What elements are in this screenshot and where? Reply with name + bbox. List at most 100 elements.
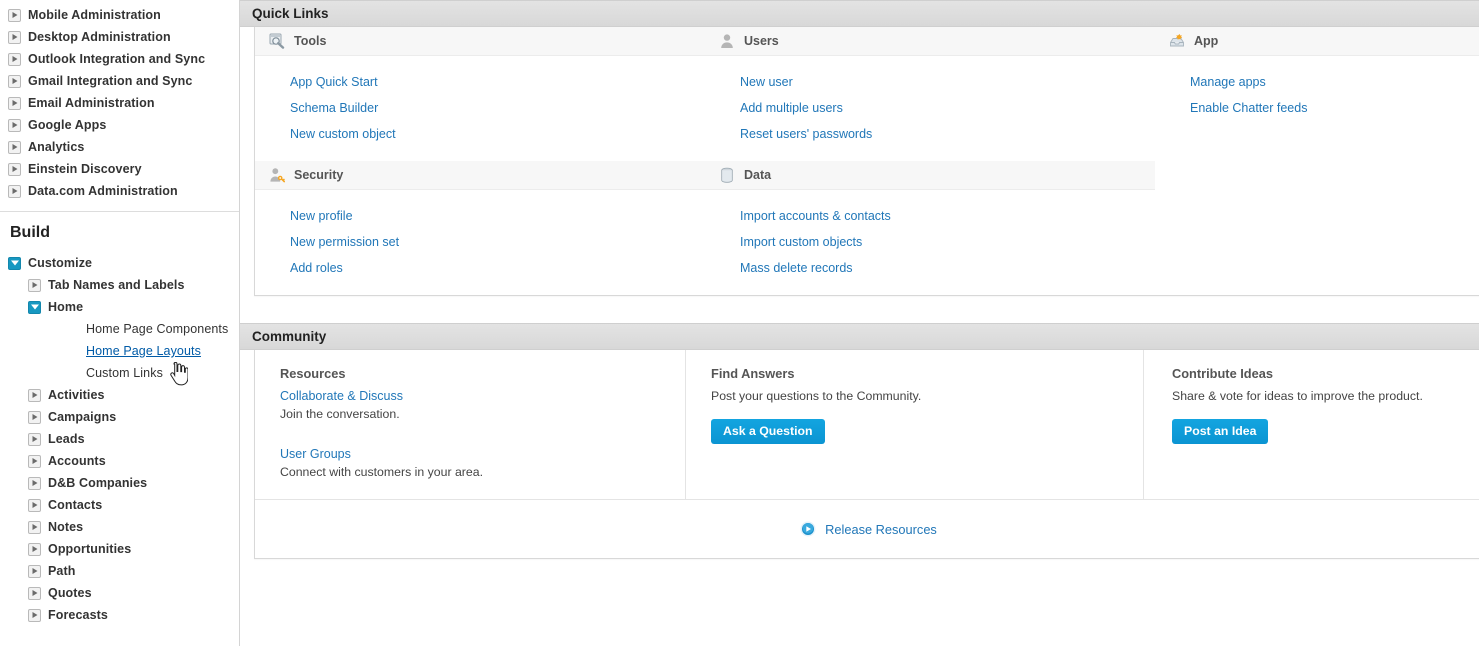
quick-links-group-header: Security: [255, 161, 705, 190]
quick-links-body: Tools App Quick Start Schema Builder New…: [254, 27, 1479, 296]
sidebar-item-einstein-discovery[interactable]: Einstein Discovery: [0, 158, 239, 180]
chevron-right-icon[interactable]: [8, 30, 21, 44]
sidebar-item-opportunities[interactable]: Opportunities: [0, 538, 239, 560]
sidebar-item-contacts[interactable]: Contacts: [0, 494, 239, 516]
chevron-right-icon[interactable]: [28, 542, 41, 556]
quick-links-group-users: Users New user Add multiple users Reset …: [705, 27, 1155, 161]
community-column-find-answers: Find Answers Post your questions to the …: [686, 350, 1144, 499]
sidebar-item-desktop-administration[interactable]: Desktop Administration: [0, 26, 239, 48]
link-collaborate-and-discuss[interactable]: Collaborate & Discuss: [280, 387, 685, 405]
quick-links-list: New profile New permission set Add roles: [255, 190, 705, 295]
quick-links-group-header: Data: [705, 161, 1155, 190]
sidebar-item-mobile-administration[interactable]: Mobile Administration: [0, 4, 239, 26]
sidebar-item-db-companies[interactable]: D&B Companies: [0, 472, 239, 494]
sidebar-item-label: Home: [48, 300, 84, 314]
community-header: Community: [240, 323, 1479, 350]
link-new-user[interactable]: New user: [740, 69, 1155, 95]
sidebar-item-customize[interactable]: Customize: [0, 252, 239, 274]
sidebar-item-home[interactable]: Home: [0, 296, 239, 318]
chevron-right-icon[interactable]: [8, 184, 21, 198]
link-enable-chatter-feeds[interactable]: Enable Chatter feeds: [1190, 95, 1479, 121]
link-schema-builder[interactable]: Schema Builder: [290, 95, 705, 121]
user-key-icon: [269, 167, 285, 183]
sidebar-item-forecasts[interactable]: Forecasts: [0, 604, 239, 626]
chevron-right-icon[interactable]: [28, 608, 41, 622]
sidebar-item-label: Mobile Administration: [28, 8, 161, 22]
chevron-right-icon[interactable]: [8, 162, 21, 176]
chevron-right-icon[interactable]: [28, 586, 41, 600]
app-tray-icon: [1169, 33, 1185, 49]
sidebar-item-home-page-components[interactable]: Home Page Components: [0, 318, 239, 340]
sidebar-item-custom-links[interactable]: Custom Links: [0, 362, 239, 384]
quick-links-empty-header: [1155, 161, 1479, 190]
chevron-right-icon[interactable]: [8, 96, 21, 110]
chevron-down-icon[interactable]: [8, 256, 21, 270]
link-new-permission-set[interactable]: New permission set: [290, 229, 705, 255]
sidebar-item-label: Outlook Integration and Sync: [28, 52, 206, 66]
sidebar-item-notes[interactable]: Notes: [0, 516, 239, 538]
sidebar-item-datacom-administration[interactable]: Data.com Administration: [0, 180, 239, 202]
chevron-right-icon[interactable]: [28, 454, 41, 468]
ask-a-question-button[interactable]: Ask a Question: [711, 419, 825, 445]
sidebar-item-analytics[interactable]: Analytics: [0, 136, 239, 158]
sidebar-item-tab-names-and-labels[interactable]: Tab Names and Labels: [0, 274, 239, 296]
link-manage-apps[interactable]: Manage apps: [1190, 69, 1479, 95]
link-app-quick-start[interactable]: App Quick Start: [290, 69, 705, 95]
sidebar-item-label: Desktop Administration: [28, 30, 171, 44]
sidebar-item-email-administration[interactable]: Email Administration: [0, 92, 239, 114]
chevron-right-icon[interactable]: [28, 476, 41, 490]
chevron-right-icon[interactable]: [28, 278, 41, 292]
chevron-right-icon[interactable]: [28, 410, 41, 424]
chevron-right-icon[interactable]: [8, 74, 21, 88]
main-content: Quick Links Tools App Quick Start Schema…: [240, 0, 1479, 646]
sidebar-item-gmail-integration-and-sync[interactable]: Gmail Integration and Sync: [0, 70, 239, 92]
sidebar-item-quotes[interactable]: Quotes: [0, 582, 239, 604]
chevron-right-icon[interactable]: [8, 8, 21, 22]
sidebar-item-label: Notes: [48, 520, 84, 534]
community-column-heading: Find Answers: [711, 366, 795, 381]
sidebar-item-label: Customize: [28, 256, 93, 270]
sidebar-item-google-apps[interactable]: Google Apps: [0, 114, 239, 136]
link-add-roles[interactable]: Add roles: [290, 255, 705, 281]
sidebar-item-outlook-integration-and-sync[interactable]: Outlook Integration and Sync: [0, 48, 239, 70]
link-release-resources[interactable]: Release Resources: [800, 521, 937, 537]
quick-links-list: Manage apps Enable Chatter feeds: [1155, 56, 1479, 135]
sidebar-item-home-page-layouts[interactable]: Home Page Layouts: [0, 340, 239, 362]
chevron-right-icon[interactable]: [28, 498, 41, 512]
link-new-custom-object[interactable]: New custom object: [290, 121, 705, 147]
sidebar-item-label: Campaigns: [48, 410, 117, 424]
sidebar-item-label: Google Apps: [28, 118, 107, 132]
chevron-right-icon[interactable]: [28, 388, 41, 402]
link-new-profile[interactable]: New profile: [290, 203, 705, 229]
link-mass-delete-records[interactable]: Mass delete records: [740, 255, 1155, 281]
link-import-custom-objects[interactable]: Import custom objects: [740, 229, 1155, 255]
quick-links-group-label: Tools: [294, 34, 327, 48]
user-silhouette-icon: [719, 33, 735, 49]
sidebar-item-campaigns[interactable]: Campaigns: [0, 406, 239, 428]
sidebar-item-path[interactable]: Path: [0, 560, 239, 582]
quick-links-group-header: Users: [705, 27, 1155, 56]
chevron-right-icon[interactable]: [28, 564, 41, 578]
sidebar-item-label: Opportunities: [48, 542, 132, 556]
link-add-multiple-users[interactable]: Add multiple users: [740, 95, 1155, 121]
chevron-right-icon[interactable]: [8, 118, 21, 132]
sidebar-item-label: Home Page Layouts: [86, 344, 201, 358]
chevron-right-icon[interactable]: [28, 520, 41, 534]
post-an-idea-button[interactable]: Post an Idea: [1172, 419, 1269, 445]
chevron-right-icon[interactable]: [8, 52, 21, 66]
sidebar-item-leads[interactable]: Leads: [0, 428, 239, 450]
chevron-right-icon[interactable]: [8, 140, 21, 154]
sidebar-item-label: Tab Names and Labels: [48, 278, 185, 292]
chevron-down-icon[interactable]: [28, 300, 41, 314]
sidebar-item-accounts[interactable]: Accounts: [0, 450, 239, 472]
spacer-icon: [66, 323, 79, 336]
community-title: Community: [252, 329, 327, 344]
link-import-accounts-contacts[interactable]: Import accounts & contacts: [740, 203, 1155, 229]
sidebar-item-activities[interactable]: Activities: [0, 384, 239, 406]
chevron-right-icon[interactable]: [28, 432, 41, 446]
quick-links-list: App Quick Start Schema Builder New custo…: [255, 56, 705, 161]
link-user-groups[interactable]: User Groups: [280, 445, 685, 463]
link-reset-users-passwords[interactable]: Reset users' passwords: [740, 121, 1155, 147]
community-columns: Resources Collaborate & Discuss Join the…: [255, 350, 1479, 499]
